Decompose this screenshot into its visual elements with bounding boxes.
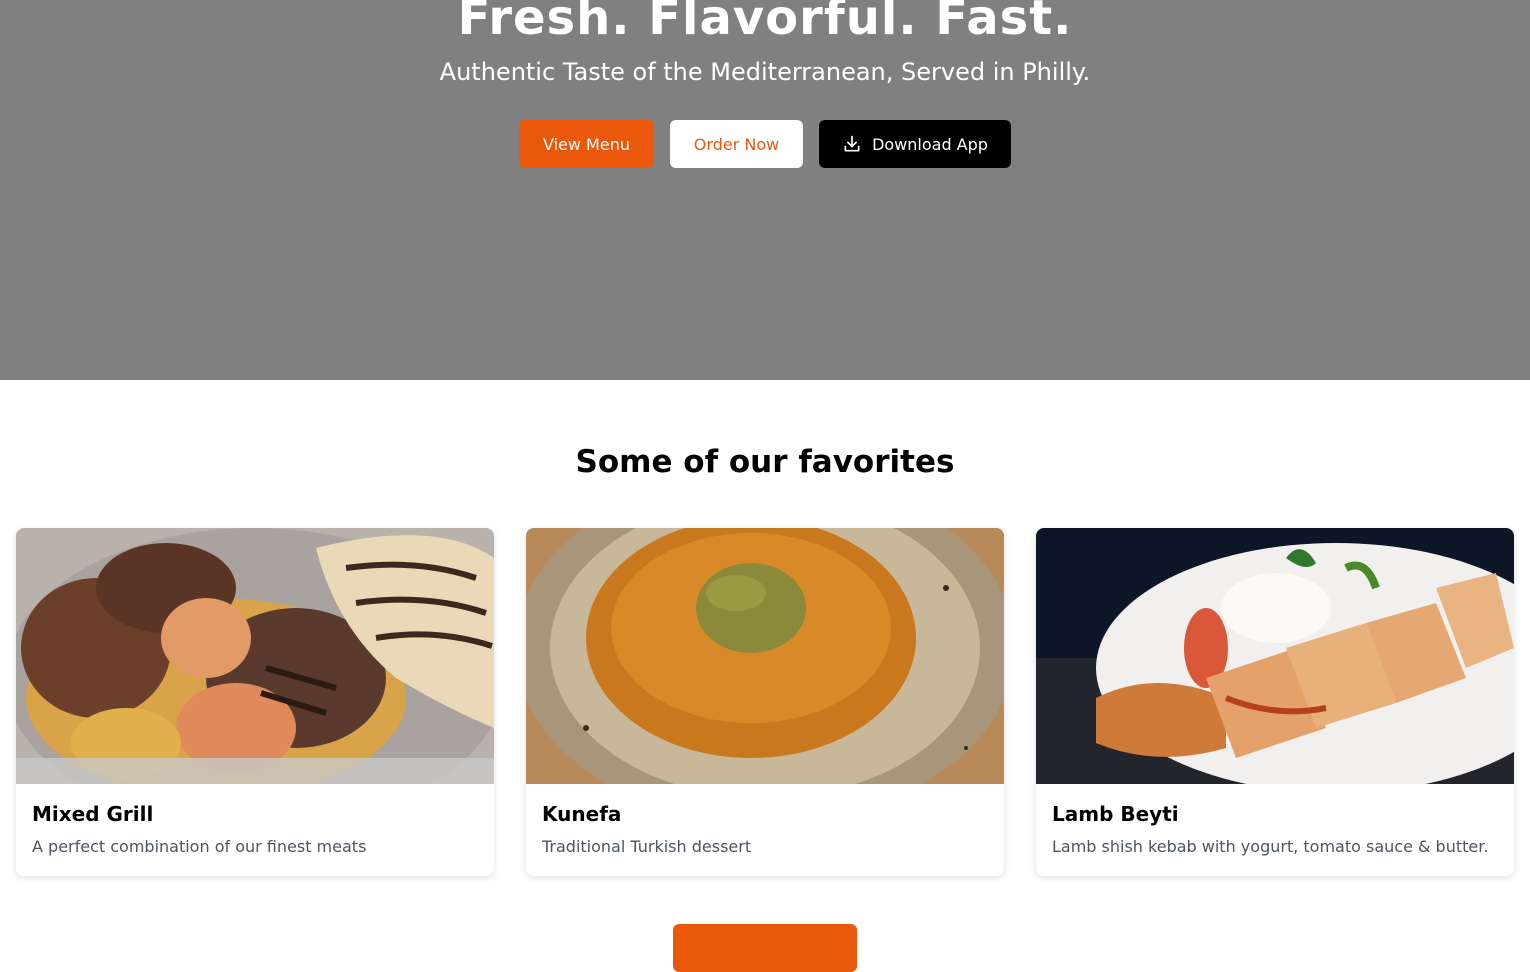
download-app-label: Download App <box>872 134 988 154</box>
hero-section: Fresh. Flavorful. Fast. Authentic Taste … <box>0 0 1530 380</box>
mixed-grill-image <box>16 528 494 784</box>
hero-title: Fresh. Flavorful. Fast. <box>457 0 1073 46</box>
card-title: Kunefa <box>542 802 622 826</box>
menu-card-kunefa[interactable]: Kunefa Traditional Turkish dessert <box>526 528 1004 876</box>
view-menu-label: View Menu <box>543 134 630 154</box>
card-title: Mixed Grill <box>32 802 154 826</box>
download-app-button[interactable]: Download App <box>819 120 1011 168</box>
card-description: Traditional Turkish dessert <box>542 837 752 856</box>
order-now-label: Order Now <box>693 134 780 154</box>
lamb-beyti-image <box>1036 528 1514 784</box>
menu-card-mixed-grill[interactable]: Mixed Grill A perfect combination of our… <box>16 528 494 876</box>
view-menu-button[interactable]: View Menu <box>519 120 654 168</box>
view-full-menu-button[interactable] <box>673 924 857 972</box>
favorites-heading: Some of our favorites <box>575 444 955 480</box>
download-icon <box>842 134 862 154</box>
card-title: Lamb Beyti <box>1052 802 1179 826</box>
order-now-button[interactable]: Order Now <box>670 120 803 168</box>
hero-subtitle: Authentic Taste of the Mediterranean, Se… <box>439 58 1091 86</box>
card-description: Lamb shish kebab with yogurt, tomato sau… <box>1052 837 1489 856</box>
kunefa-image <box>526 528 1004 784</box>
card-description: A perfect combination of our finest meat… <box>32 837 367 856</box>
menu-card-lamb-beyti[interactable]: Lamb Beyti Lamb shish kebab with yogurt,… <box>1036 528 1514 876</box>
